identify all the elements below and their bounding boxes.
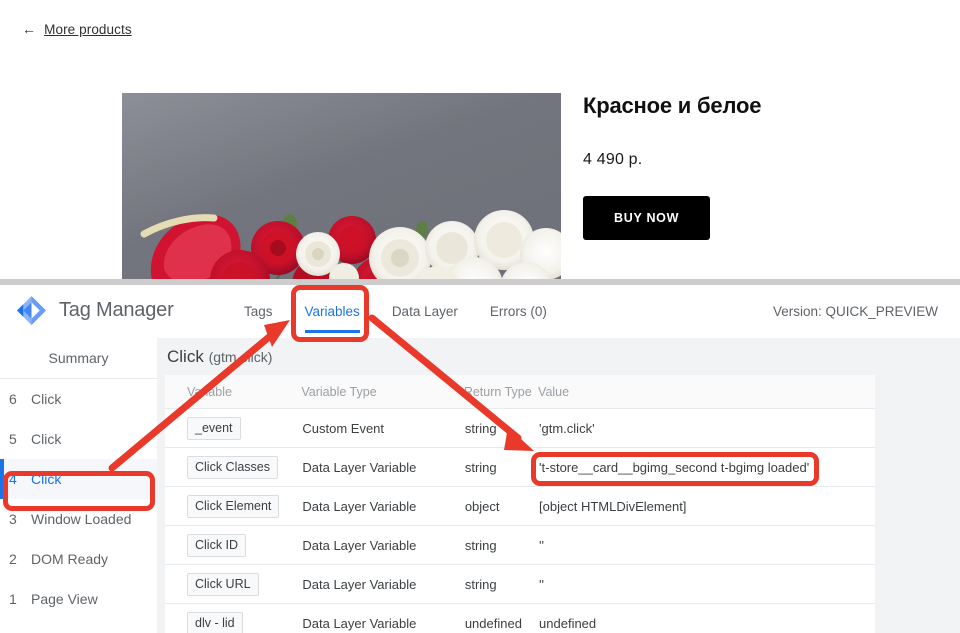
product-image[interactable]	[122, 93, 561, 279]
product-details: Красное и белое 4 490 р. BUY NOW	[583, 93, 913, 240]
event-label: Page View	[31, 591, 98, 607]
variable-chip[interactable]: Click Classes	[187, 455, 279, 479]
tag-manager-preview-panel: Tag Manager Tags Variables Data Layer Er…	[0, 285, 960, 633]
cell-value-highlighted: 't-store__card__bgimg_second t-bgimg loa…	[538, 447, 875, 487]
variables-table-body: _event Custom Event string 'gtm.click' C…	[165, 408, 875, 633]
table-row[interactable]: Click ID Data Layer Variable string ''	[165, 525, 875, 565]
gtm-tab-bar: Tags Variables Data Layer Errors (0)	[244, 285, 579, 338]
buy-now-button[interactable]: BUY NOW	[583, 196, 711, 240]
event-number: 6	[9, 391, 17, 407]
gtm-version-label: Version: QUICK_PREVIEW	[772, 304, 938, 319]
table-row[interactable]: dlv - lid Data Layer Variable undefined …	[165, 603, 875, 633]
event-label: DOM Ready	[31, 551, 109, 567]
tag-manager-diamond-icon	[17, 296, 46, 325]
cell-value: 'gtm.click'	[538, 408, 875, 448]
table-row[interactable]: Click URL Data Layer Variable string ''	[165, 564, 875, 604]
table-row[interactable]: _event Custom Event string 'gtm.click'	[165, 408, 875, 448]
cell-return-type: string	[463, 564, 539, 604]
tab-errors[interactable]: Errors (0)	[490, 285, 547, 338]
product-price: 4 490 р.	[583, 151, 643, 168]
sidebar-item-summary[interactable]: Summary	[0, 338, 157, 379]
tab-data-layer[interactable]: Data Layer	[392, 285, 458, 338]
cell-return-type: string	[463, 408, 539, 448]
sidebar-event-1[interactable]: 1 Page View	[0, 579, 157, 619]
arrow-left-icon: ←	[22, 21, 37, 37]
variable-chip[interactable]: dlv - lid	[187, 611, 243, 633]
variable-chip[interactable]: Click ID	[187, 533, 247, 557]
event-number: 5	[9, 431, 17, 447]
gtm-brand[interactable]: Tag Manager	[15, 294, 174, 327]
event-number: 4	[9, 471, 17, 487]
gtm-brand-label: Tag Manager	[59, 299, 174, 321]
tab-tags[interactable]: Tags	[244, 285, 273, 338]
cell-variable-type: Data Layer Variable	[301, 525, 464, 565]
column-header-value: Value	[538, 375, 875, 409]
event-label: Window Loaded	[31, 511, 132, 527]
column-header-variable: Variable	[165, 375, 302, 409]
cell-return-type: string	[463, 447, 539, 487]
variables-table: Variable Variable Type Return Type Value…	[165, 375, 875, 633]
cell-variable-type: Custom Event	[301, 408, 464, 448]
cell-return-type: string	[463, 525, 539, 565]
table-row[interactable]: Click Classes Data Layer Variable string…	[165, 447, 875, 487]
sidebar-event-4-selected[interactable]: 4 Click	[0, 459, 157, 499]
cell-variable-type: Data Layer Variable	[301, 603, 464, 633]
sidebar-event-2[interactable]: 2 DOM Ready	[0, 539, 157, 579]
product-title: Красное и белое	[583, 93, 762, 118]
back-link-label: More products	[44, 22, 132, 37]
bouquet-illustration	[140, 210, 561, 279]
sidebar-event-6[interactable]: 6 Click	[0, 379, 157, 419]
product-webpage: ← More products Красное и белое 4 490 р.…	[0, 0, 960, 279]
table-row[interactable]: Click Element Data Layer Variable object…	[165, 486, 875, 526]
cell-variable-type: Data Layer Variable	[301, 447, 464, 487]
cell-return-type: undefined	[463, 603, 539, 633]
variables-table-header: Variable Variable Type Return Type Value	[165, 375, 875, 409]
sidebar-event-3[interactable]: 3 Window Loaded	[0, 499, 157, 539]
event-label: Click	[31, 471, 62, 487]
cell-value: [object HTMLDivElement]	[538, 486, 875, 526]
tab-variables[interactable]: Variables	[304, 285, 361, 338]
event-label: Click	[31, 391, 62, 407]
back-to-products-link[interactable]: ← More products	[22, 21, 132, 37]
variable-chip[interactable]: _event	[187, 416, 241, 440]
gtm-main-content: Click (gtm.click) Variable Variable Type…	[157, 338, 960, 633]
column-header-return-type: Return Type	[463, 375, 539, 409]
event-heading-subtitle: (gtm.click)	[208, 349, 273, 365]
cell-variable-type: Data Layer Variable	[301, 486, 464, 526]
gtm-event-sidebar: Summary 6 Click 5 Click 4 Click 3 Window…	[0, 338, 158, 633]
event-number: 1	[9, 591, 17, 607]
variable-chip[interactable]: Click URL	[187, 572, 259, 596]
column-header-variable-type: Variable Type	[301, 375, 464, 409]
cell-value: ''	[538, 525, 875, 565]
event-number: 3	[9, 511, 17, 527]
cell-variable-type: Data Layer Variable	[301, 564, 464, 604]
cell-return-type: object	[463, 486, 539, 526]
gtm-header: Tag Manager Tags Variables Data Layer Er…	[0, 285, 960, 339]
cell-value: undefined	[538, 603, 875, 633]
event-number: 2	[9, 551, 17, 567]
event-label: Click	[31, 431, 62, 447]
table-header-row: Variable Variable Type Return Type Value	[165, 375, 875, 409]
event-heading-title: Click	[167, 347, 204, 366]
variable-chip[interactable]: Click Element	[187, 494, 280, 518]
cell-value: ''	[538, 564, 875, 604]
sidebar-event-5[interactable]: 5 Click	[0, 419, 157, 459]
event-heading: Click (gtm.click)	[167, 347, 272, 367]
